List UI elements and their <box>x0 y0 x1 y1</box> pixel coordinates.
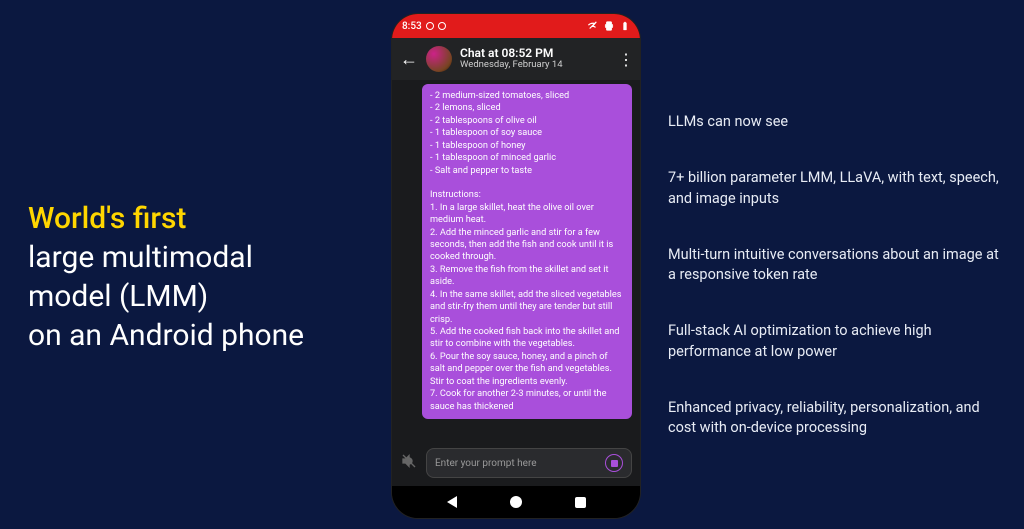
nav-recent-icon[interactable] <box>575 497 586 508</box>
status-time: 8:53 <box>402 21 422 32</box>
bullet-item: Full-stack AI optimization to achieve hi… <box>668 321 1008 362</box>
headline-line2: large multimodal <box>28 238 368 277</box>
wifi-off-icon <box>588 21 598 31</box>
status-indicator-icon <box>426 22 434 30</box>
message-area[interactable]: - 2 medium-sized tomatoes, sliced - 2 le… <box>392 80 640 440</box>
status-right <box>588 21 630 31</box>
stop-button[interactable] <box>605 454 623 472</box>
status-left: 8:53 <box>402 21 446 32</box>
chat-title-block: Chat at 08:52 PM Wednesday, February 14 <box>460 47 610 71</box>
stop-icon <box>611 460 618 467</box>
input-row: Enter your prompt here <box>392 440 640 486</box>
chat-bubble: - 2 medium-sized tomatoes, sliced - 2 le… <box>422 84 632 419</box>
bullet-item: 7+ billion parameter LMM, LLaVA, with te… <box>668 168 1008 209</box>
chat-subtitle: Wednesday, February 14 <box>460 60 610 70</box>
vibrate-icon <box>604 21 614 31</box>
phone-frame: 8:53 ← Chat at 08:52 PM Wednesday, Febru… <box>392 14 640 518</box>
bullet-item: LLMs can now see <box>668 112 1008 132</box>
headline-line3: model (LMM) <box>28 277 368 316</box>
more-icon[interactable]: ⋮ <box>618 50 632 69</box>
bullet-item: Multi-turn intuitive conversations about… <box>668 245 1008 286</box>
prompt-placeholder: Enter your prompt here <box>435 458 537 469</box>
prompt-input[interactable]: Enter your prompt here <box>426 448 632 478</box>
bullet-list: LLMs can now see 7+ billion parameter LM… <box>668 112 1008 439</box>
chat-header: ← Chat at 08:52 PM Wednesday, February 1… <box>392 38 640 80</box>
android-nav-bar <box>392 486 640 518</box>
avatar[interactable] <box>426 46 452 72</box>
headline-block: World's first large multimodal model (LM… <box>28 200 368 355</box>
back-icon[interactable]: ← <box>400 49 418 70</box>
nav-home-icon[interactable] <box>510 496 522 508</box>
headline-line4: on an Android phone <box>28 316 368 355</box>
battery-icon <box>620 21 630 31</box>
status-bar: 8:53 <box>392 14 640 38</box>
status-indicator-icon <box>438 22 446 30</box>
nav-back-icon[interactable] <box>447 496 457 508</box>
headline-line1: World's first <box>28 200 368 238</box>
bullet-item: Enhanced privacy, reliability, personali… <box>668 398 1008 439</box>
speaker-off-icon[interactable] <box>400 453 418 473</box>
